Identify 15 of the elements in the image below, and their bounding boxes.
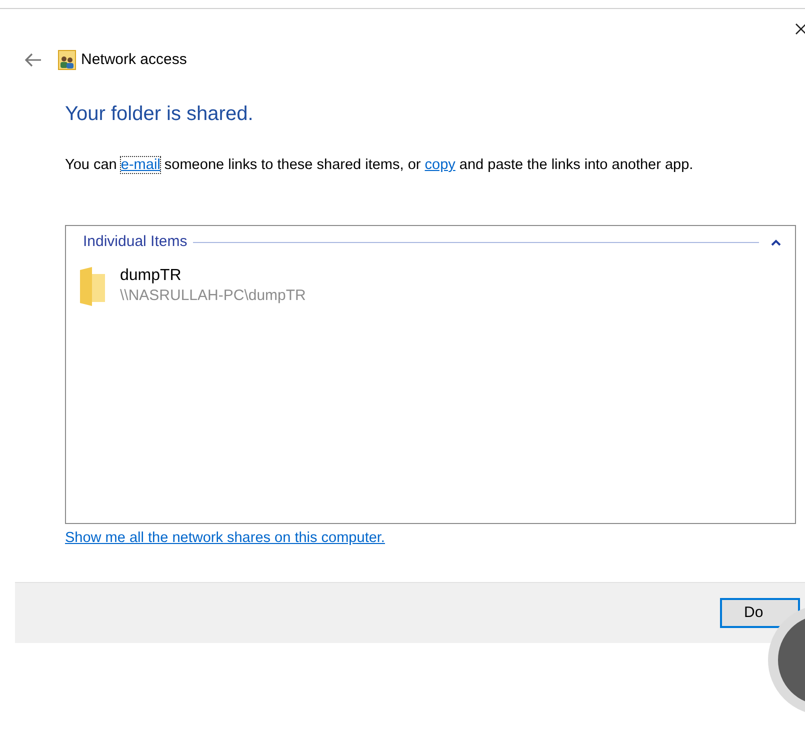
back-arrow-icon[interactable] [24, 53, 42, 67]
link[interactable]: e-mail [120, 157, 160, 173]
chevron-up-icon[interactable] [771, 238, 781, 246]
network-shares-link[interactable]: Show me all the network shares on this computer. [65, 528, 385, 550]
shared-users-icon [58, 50, 76, 70]
group-title: Individual Items [83, 232, 188, 252]
close-icon[interactable] [795, 23, 805, 35]
folder-icon [79, 266, 106, 306]
item-name: dumpTR [120, 266, 182, 286]
link[interactable]: copy [424, 157, 456, 173]
share-message: You can e-mail someone links to these shared items, or copy and paste the links into another app. [65, 156, 694, 175]
item-path: \\NASRULLAH-PC\dumpTR [120, 286, 306, 306]
window-title: Network access [81, 50, 187, 70]
heading: Your folder is shared. [65, 102, 254, 127]
done-button[interactable]: Do [720, 598, 800, 628]
